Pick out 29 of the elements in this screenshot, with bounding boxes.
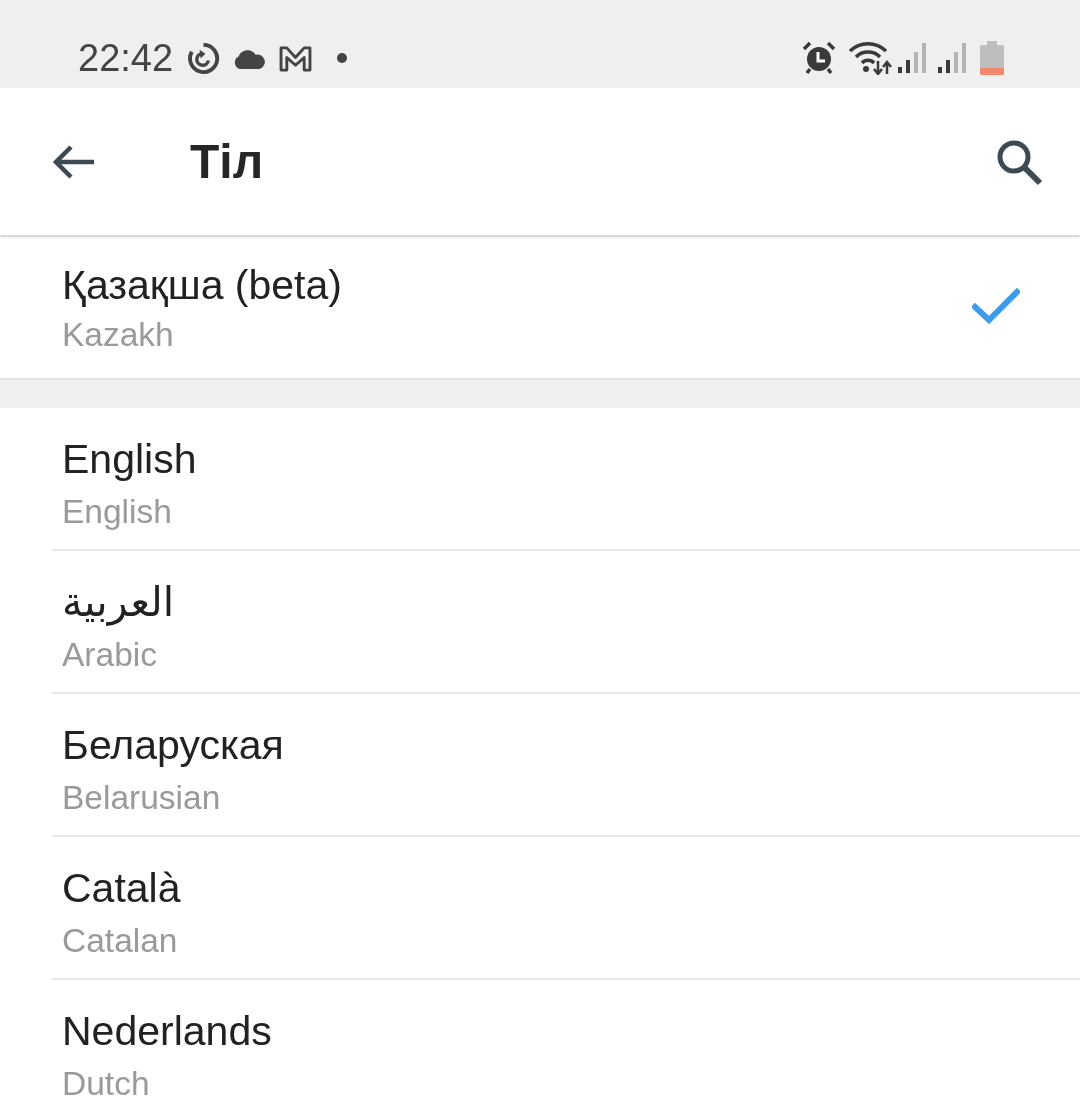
notification-dot-icon (337, 53, 348, 63)
current-language-item[interactable]: Қазақша (beta) Kazakh (0, 237, 1080, 378)
toolbar-title: Тіл (190, 134, 264, 189)
language-english-name: Dutch (62, 1064, 151, 1104)
language-item[interactable]: Nederlands Dutch (52, 980, 1080, 1106)
language-item[interactable]: Català Catalan (52, 837, 1080, 980)
m-letter-icon (278, 44, 314, 72)
battery-icon (980, 41, 1004, 75)
language-english-name: Catalan (62, 921, 179, 961)
language-item[interactable]: English English (52, 408, 1080, 551)
language-item[interactable]: Беларуская Belarusian (52, 694, 1080, 837)
back-arrow-icon (52, 143, 96, 180)
status-time: 22:42 (78, 36, 174, 80)
language-name: Қазақша (beta) (62, 262, 342, 308)
circular-arrow-icon (187, 41, 221, 75)
language-name: English (62, 436, 197, 482)
language-name: Беларуская (62, 722, 284, 768)
language-name: Català (62, 865, 181, 911)
alarm-clock-icon (802, 41, 836, 75)
signal-bars-icon (898, 43, 928, 73)
language-english-name: English (62, 492, 173, 532)
cloud-icon (232, 47, 267, 69)
wifi-icon (848, 41, 892, 75)
language-english-name: Belarusian (62, 778, 222, 818)
language-name: العربية (62, 579, 175, 625)
language-english-name: Arabic (62, 635, 158, 675)
language-english-name: Kazakh (62, 315, 175, 355)
language-name: Nederlands (62, 1008, 272, 1054)
signal-bars-icon (938, 43, 968, 73)
